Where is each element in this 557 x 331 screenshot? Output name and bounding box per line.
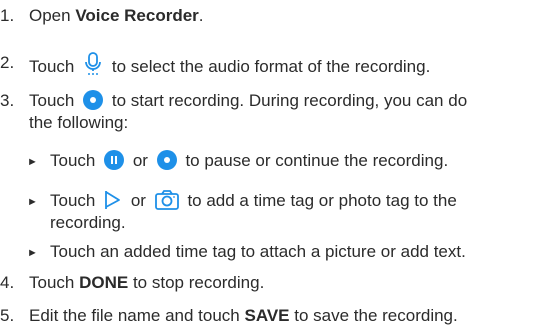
instructions-list: 1. Open Voice Recorder. 2. Touch to sele… [0,0,557,331]
substep-text: recording. [50,213,126,232]
step-text: to start recording. During recording, yo… [111,91,468,110]
substep-text: Touch [50,151,96,170]
step-text: Open [29,6,76,25]
step-number: 1. [0,6,15,25]
record-icon [83,90,104,110]
step-number: 4. [0,273,15,292]
bullet-icon: ► [27,156,38,168]
step-text: . [198,6,204,25]
step-text: to save the recording. [289,306,458,325]
step-text: Edit the file name and touch [29,306,245,325]
record-icon [156,150,177,170]
microphone-icon [83,52,103,82]
step-bold-text: DONE [79,273,129,292]
camera-icon [154,190,179,216]
substep-text: to add a time tag or photo tag to the [187,191,457,210]
step-text: to select the audio format of the record… [111,57,431,76]
bullet-icon: ► [27,247,38,259]
step-text: Touch [29,91,75,110]
pause-icon [104,150,125,170]
step-number: 2. [0,53,15,72]
substep-text: or [130,191,146,210]
step-text: the following: [29,113,129,132]
step-text: Touch [29,273,80,292]
step-bold-text: SAVE [244,306,290,325]
bullet-icon: ► [27,196,38,208]
step-number: 3. [0,91,15,110]
substep-text: to pause or continue the recording. [185,151,449,170]
substep-text: Touch an added time tag to attach a pict… [50,242,466,261]
step-number: 5. [0,306,15,325]
step-bold-text: Voice Recorder [75,6,199,25]
substep-text: Touch [50,191,96,210]
step-text: to stop recording. [128,273,265,292]
substep-text: or [132,151,148,170]
step-text: Touch [29,57,75,76]
